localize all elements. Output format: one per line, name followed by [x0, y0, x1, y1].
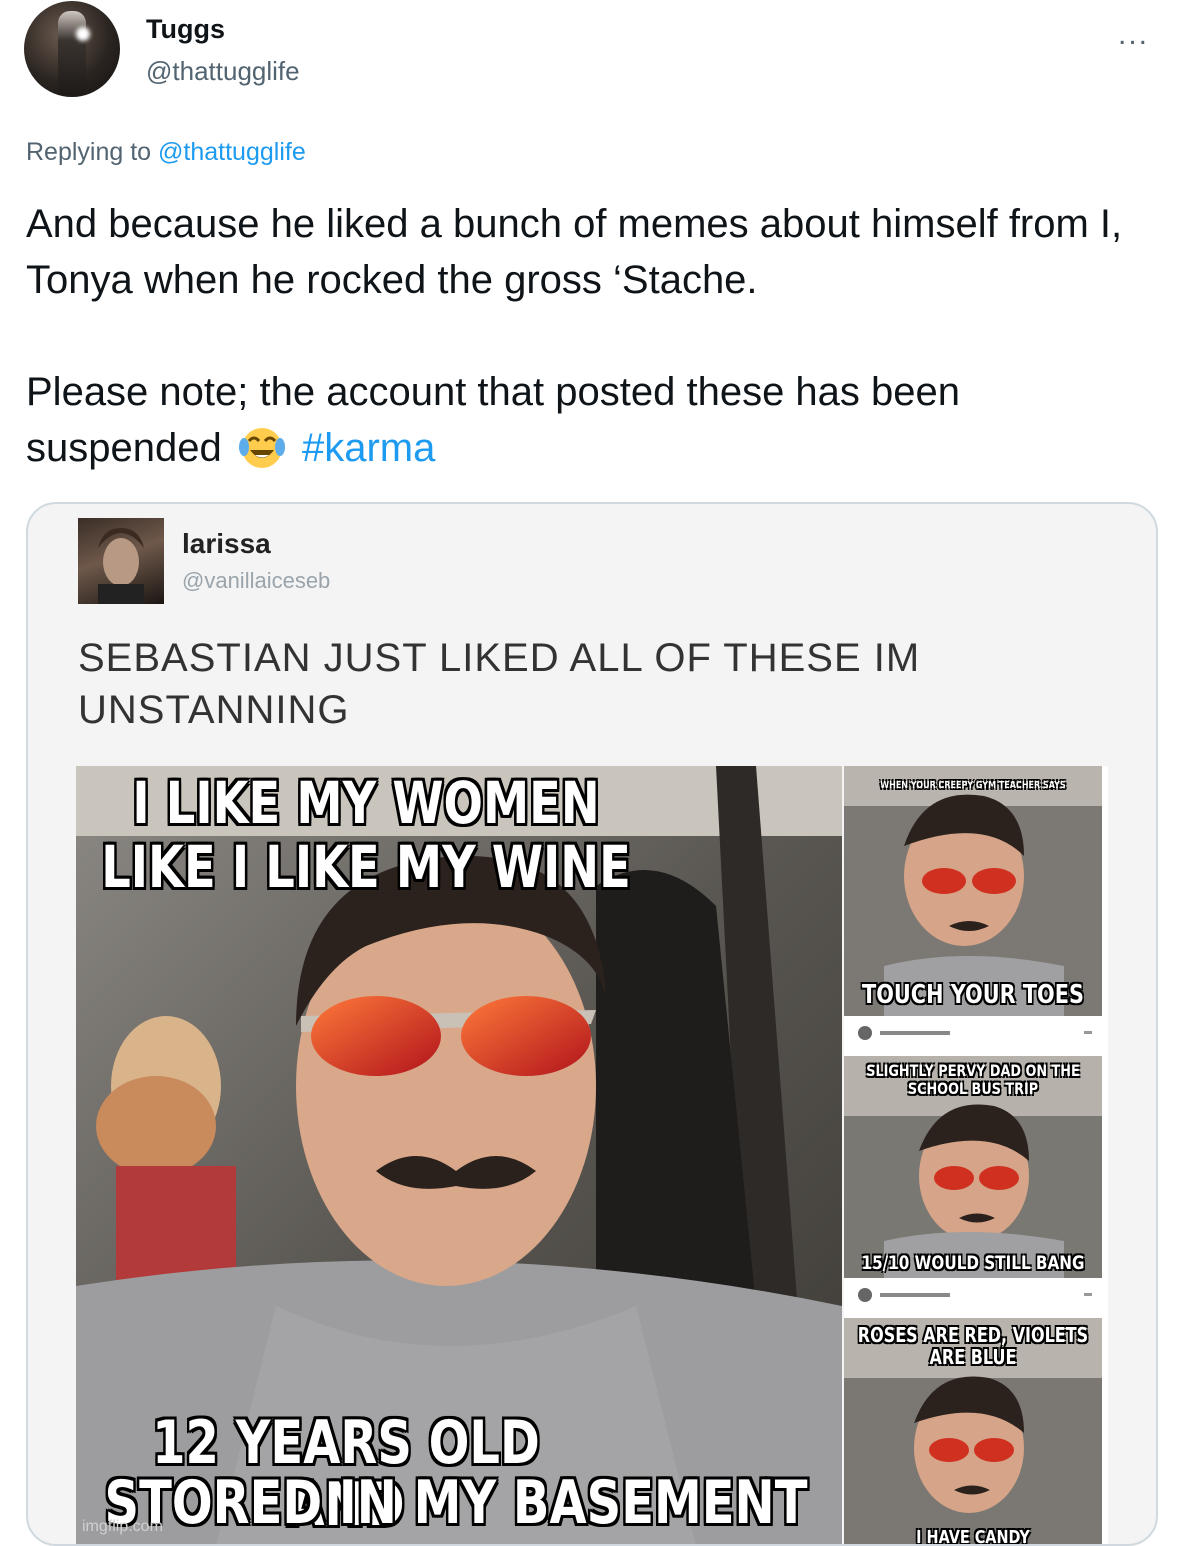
main-meme-bottom-line-2: STORED IN MY BASEMENT: [104, 1468, 808, 1538]
tweet-paragraph-2: Please note; the account that posted the…: [26, 364, 1146, 476]
main-meme-image[interactable]: I LIKE MY WOMEN LIKE I LIKE MY WINE 12 Y…: [76, 766, 842, 1544]
embedded-avatar: [78, 518, 164, 604]
author-display-name[interactable]: Tuggs: [146, 14, 225, 45]
side-memes: WHEN YOUR CREEPY GYM TEACHER SAYS TOUCH …: [844, 766, 1108, 1546]
reply-context: Replying to @thattugglife: [26, 138, 306, 167]
hashtag-link[interactable]: #karma: [302, 426, 435, 470]
side-meme-2[interactable]: SLIGHTLY PERVY DAD ON THE SCHOOL BUS TRI…: [844, 1056, 1102, 1278]
embedded-text: SEBASTIAN JUST LIKED ALL OF THESE IM UNS…: [78, 636, 921, 732]
side-meme-3-bottom: I HAVE CANDY: [916, 1527, 1030, 1546]
side-meme-1-top: WHEN YOUR CREEPY GYM TEACHER SAYS: [880, 780, 1066, 791]
more-options-icon[interactable]: ...: [1118, 18, 1149, 52]
side-meme-2-top: SLIGHTLY PERVY DAD ON THE SCHOOL BUS TRI…: [866, 1061, 1080, 1098]
tweet-text: And because he liked a bunch of memes ab…: [26, 196, 1146, 476]
side-meme-2-header: [844, 1022, 1102, 1046]
tweet-paragraph-1: And because he liked a bunch of memes ab…: [26, 202, 1123, 302]
side-meme-2-bottom: 15/10 WOULD STILL BANG: [861, 1252, 1085, 1274]
reply-prefix: Replying to: [26, 138, 152, 166]
avatar-flash: [76, 27, 90, 41]
watermark: imgflip.com: [82, 1518, 163, 1535]
author-avatar[interactable]: [24, 1, 120, 97]
side-meme-3-header: [844, 1284, 1102, 1308]
media-card[interactable]: larissa @vanillaiceseb SEBASTIAN JUST LI…: [26, 502, 1158, 1546]
avatar-figure: [58, 11, 86, 95]
main-meme-top-line-1: I LIKE MY WOMEN: [132, 769, 600, 837]
author-handle[interactable]: @thattugglife: [146, 56, 300, 87]
embedded-name: larissa: [182, 528, 271, 559]
side-meme-3[interactable]: ROSES ARE RED, VIOLETS ARE BLUE I HAVE C…: [844, 1318, 1102, 1546]
side-meme-1-bottom: TOUCH YOUR TOES: [862, 980, 1084, 1010]
main-meme-top-line-2: LIKE I LIKE MY WINE: [101, 833, 631, 901]
face-with-tears-of-joy-icon: [237, 421, 287, 471]
tweet-paragraph-2-text: Please note; the account that posted the…: [26, 370, 961, 470]
side-meme-1[interactable]: WHEN YOUR CREEPY GYM TEACHER SAYS TOUCH …: [844, 766, 1102, 1016]
reply-target-link[interactable]: @thattugglife: [158, 138, 306, 166]
side-meme-3-top: ROSES ARE RED, VIOLETS ARE BLUE: [857, 1323, 1089, 1369]
embedded-handle: @vanillaiceseb: [182, 568, 331, 593]
